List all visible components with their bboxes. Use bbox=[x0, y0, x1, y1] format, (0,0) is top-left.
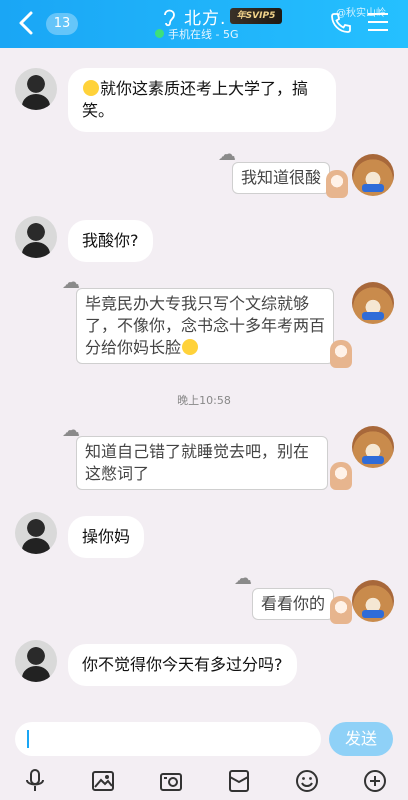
message-text: 知道自己错了就睡觉去吧，别在这憋词了 bbox=[85, 442, 310, 483]
message-bubble-left[interactable]: 我酸你? bbox=[68, 220, 153, 262]
message-text: 我酸你? bbox=[82, 231, 139, 250]
contact-avatar[interactable] bbox=[15, 216, 57, 258]
image-icon[interactable] bbox=[90, 768, 116, 794]
ear-icon bbox=[164, 9, 175, 27]
chat-toolbar bbox=[0, 764, 408, 800]
my-avatar[interactable] bbox=[352, 426, 394, 468]
online-status-dot bbox=[155, 29, 164, 38]
bubble-girl-decoration-icon bbox=[330, 596, 352, 624]
message-timestamp: 晚上10:58 bbox=[177, 394, 231, 407]
send-button[interactable]: 发送 bbox=[329, 722, 393, 756]
chat-header: 13 北方. 年SVIP5 手机在线 - 5G @秋实山岭 bbox=[0, 0, 408, 48]
vip-badge: 年SVIP5 bbox=[230, 8, 282, 24]
plus-icon[interactable] bbox=[362, 768, 388, 794]
message-text: 你不觉得你今天有多过分吗? bbox=[82, 655, 283, 674]
chat-area: 就你这素质还考上大学了，搞笑。 ☁ 我知道很酸 我酸你? ☁ 毕竟民办大专我只写… bbox=[0, 48, 408, 716]
contact-avatar[interactable] bbox=[15, 640, 57, 682]
mic-icon[interactable] bbox=[22, 768, 48, 794]
message-text: 我知道很酸 bbox=[241, 168, 322, 187]
input-bar: 发送 bbox=[0, 716, 408, 764]
sticker-decoration-icon: ☁ bbox=[218, 144, 236, 165]
bubble-girl-decoration-icon bbox=[330, 462, 352, 490]
menu-icon[interactable] bbox=[368, 13, 388, 33]
message-bubble-right[interactable]: 我知道很酸 bbox=[232, 162, 331, 194]
emoji-icon bbox=[182, 339, 199, 355]
phone-icon[interactable] bbox=[330, 12, 352, 34]
message-bubble-left[interactable]: 你不觉得你今天有多过分吗? bbox=[68, 644, 297, 686]
message-text: 看看你的 bbox=[261, 594, 326, 613]
bubble-girl-decoration-icon bbox=[326, 170, 348, 198]
sticker-decoration-icon: ☁ bbox=[234, 568, 252, 589]
back-icon[interactable] bbox=[16, 10, 38, 36]
message-text: 就你这素质还考上大学了，搞笑。 bbox=[82, 79, 309, 120]
bubble-girl-decoration-icon bbox=[330, 340, 352, 368]
contact-avatar[interactable] bbox=[15, 68, 57, 110]
unread-count-badge[interactable]: 13 bbox=[46, 13, 78, 35]
online-status-text[interactable]: 手机在线 - 5G bbox=[168, 26, 239, 42]
message-bubble-right[interactable]: 知道自己错了就睡觉去吧，别在这憋词了 bbox=[76, 436, 328, 490]
message-bubble-left[interactable]: 操你妈 bbox=[68, 516, 145, 558]
contact-avatar[interactable] bbox=[15, 512, 57, 554]
message-text: 操你妈 bbox=[82, 527, 131, 546]
message-text: 毕竟民办大专我只写个文综就够了，不像你，念书念十多年考两百分给你妈长脸 bbox=[85, 294, 326, 357]
message-bubble-left[interactable]: 就你这素质还考上大学了，搞笑。 bbox=[68, 68, 336, 132]
my-avatar[interactable] bbox=[352, 580, 394, 622]
red-packet-icon[interactable] bbox=[226, 768, 252, 794]
message-bubble-right[interactable]: 看看你的 bbox=[252, 588, 335, 620]
my-avatar[interactable] bbox=[352, 154, 394, 196]
emoji-icon[interactable] bbox=[294, 768, 320, 794]
grimace-emoji-icon bbox=[83, 80, 99, 96]
message-input[interactable] bbox=[15, 722, 321, 756]
camera-icon[interactable] bbox=[158, 768, 184, 794]
message-bubble-right[interactable]: 毕竟民办大专我只写个文综就够了，不像你，念书念十多年考两百分给你妈长脸 bbox=[76, 288, 334, 364]
my-avatar[interactable] bbox=[352, 282, 394, 324]
